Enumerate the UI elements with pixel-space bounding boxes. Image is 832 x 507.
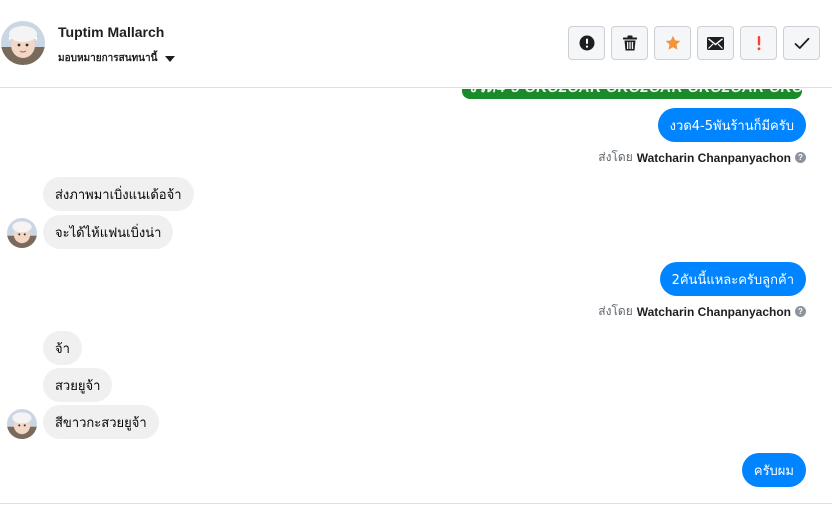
message-text: 2คันนี้แหละครับลูกค้า xyxy=(671,272,794,288)
assign-label: มอบหมายการสนทนานี้ xyxy=(58,53,158,64)
exclamation-icon xyxy=(757,36,760,51)
trash-icon xyxy=(622,35,637,51)
message-text: งวด4-5พันร้านก็มีครับ xyxy=(669,118,794,134)
follow-up-button[interactable] xyxy=(740,26,777,60)
chevron-down-icon xyxy=(165,55,176,62)
conversation-toolbar xyxy=(568,26,820,60)
mark-unread-button[interactable] xyxy=(697,26,734,60)
message-thread[interactable]: งวด4-5 CKC2CAR CKC2CAR CKC2CAR CKC2CAR ง… xyxy=(0,89,832,507)
outgoing-message[interactable]: 2คันนี้แหละครับลูกค้า xyxy=(659,262,806,296)
message-text: จะได้ไห้แฟนเบิ่งน่า xyxy=(55,225,162,241)
check-icon xyxy=(794,37,809,49)
image-attachment-text: งวด4-5 CKC2CAR CKC2CAR CKC2CAR CKC2CAR xyxy=(468,89,802,99)
message-text: สวยยูจ้า xyxy=(55,378,101,394)
spam-button[interactable] xyxy=(568,26,605,60)
sent-by-prefix: ส่งโดย xyxy=(598,150,633,164)
assign-conversation-dropdown[interactable]: มอบหมายการสนทนานี้ xyxy=(58,51,176,66)
contact-avatar[interactable] xyxy=(1,21,45,65)
sender-name: Watcharin Chanpanyachon xyxy=(636,304,791,319)
help-icon[interactable]: ? xyxy=(795,152,806,163)
message-text: ครับผม xyxy=(753,463,794,479)
done-button[interactable] xyxy=(783,26,820,60)
composer-divider xyxy=(0,503,832,507)
incoming-message[interactable]: จ้า xyxy=(43,331,82,365)
alert-circle-icon xyxy=(579,35,594,51)
incoming-message[interactable]: สวยยูจ้า xyxy=(43,368,113,402)
message-text: ส่งภาพมาเบิ่งแนเด้อจ้า xyxy=(55,187,182,203)
incoming-message[interactable]: สีขาวกะสวยยูจ้า xyxy=(43,405,159,439)
incoming-message[interactable]: จะได้ไห้แฟนเบิ่งน่า xyxy=(43,215,174,249)
contact-avatar-small[interactable] xyxy=(7,218,37,248)
envelope-icon xyxy=(707,36,724,50)
sender-name: Watcharin Chanpanyachon xyxy=(636,150,791,165)
help-icon[interactable]: ? xyxy=(795,306,806,317)
star-button[interactable] xyxy=(654,26,691,60)
image-attachment[interactable]: งวด4-5 CKC2CAR CKC2CAR CKC2CAR CKC2CAR xyxy=(462,89,802,99)
outgoing-message[interactable]: งวด4-5พันร้านก็มีครับ xyxy=(657,108,806,142)
incoming-message[interactable]: ส่งภาพมาเบิ่งแนเด้อจ้า xyxy=(43,177,194,211)
contact-avatar-small[interactable] xyxy=(7,409,37,439)
message-text: จ้า xyxy=(55,341,70,357)
sent-by-label: ส่งโดย Watcharin Chanpanyachon ? xyxy=(598,302,806,321)
outgoing-message[interactable]: ครับผม xyxy=(741,453,806,487)
delete-button[interactable] xyxy=(611,26,648,60)
contact-name[interactable]: Tuptim Mallarch xyxy=(58,24,164,40)
message-text: สีขาวกะสวยยูจ้า xyxy=(55,415,147,431)
sent-by-label: ส่งโดย Watcharin Chanpanyachon ? xyxy=(598,148,806,167)
conversation-header: Tuptim Mallarch มอบหมายการสนทนานี้ xyxy=(0,0,832,88)
sent-by-prefix: ส่งโดย xyxy=(598,304,633,318)
star-icon xyxy=(665,35,680,50)
